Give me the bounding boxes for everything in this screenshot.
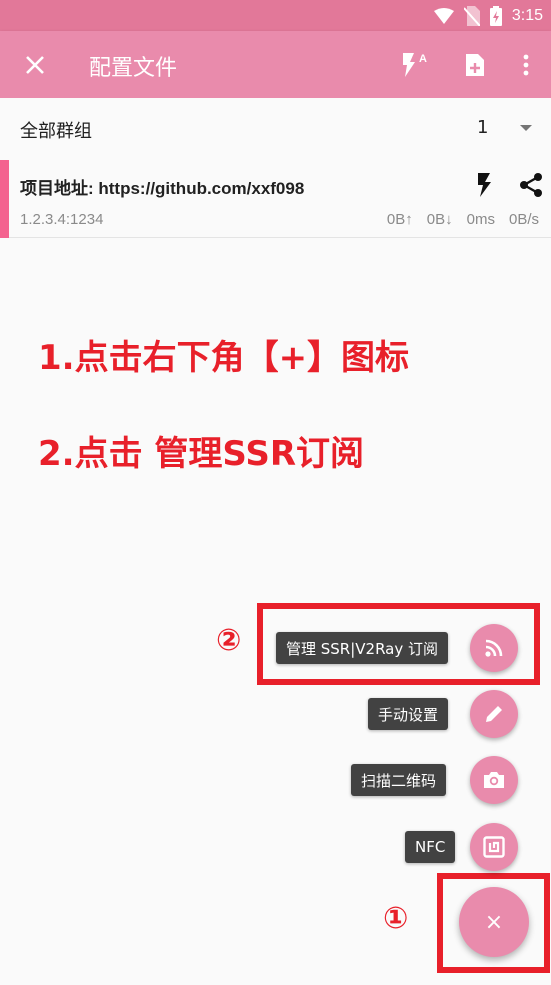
status-icons: 3:15 xyxy=(433,5,543,27)
close-button[interactable] xyxy=(17,47,53,83)
server-address: 1.2.3.4:1234 xyxy=(20,211,104,228)
speed: 0B/s xyxy=(508,211,539,228)
close-icon xyxy=(26,56,44,74)
wifi-icon xyxy=(433,8,454,24)
group-count: 1 xyxy=(477,117,489,138)
instruction-step-1: 1.点击右下角【+】图标 xyxy=(38,338,410,378)
nfc-button[interactable] xyxy=(470,823,518,871)
test-server-button[interactable] xyxy=(469,170,499,200)
status-bar: 3:15 xyxy=(0,0,551,31)
page-title: 配置文件 xyxy=(89,56,178,81)
flash-auto-icon: A xyxy=(403,53,427,77)
share-icon xyxy=(520,173,542,197)
status-time: 3:15 xyxy=(511,7,543,24)
add-profile-button[interactable] xyxy=(456,46,494,84)
nfc-label[interactable]: NFC xyxy=(405,831,456,863)
download-traffic: 0B↓ xyxy=(426,211,453,228)
server-stats: 0B↑ 0B↓ 0ms 0B/s xyxy=(387,211,539,228)
nfc-icon xyxy=(483,836,505,858)
group-selector[interactable]: 全部群组 1 xyxy=(0,98,551,160)
latency: 0ms xyxy=(466,211,495,228)
manage-subscription-button[interactable] xyxy=(470,624,518,672)
scan-qr-label[interactable]: 扫描二维码 xyxy=(351,764,447,796)
new-file-icon xyxy=(466,54,484,76)
more-vert-icon xyxy=(523,54,529,76)
upload-traffic: 0B↑ xyxy=(386,211,413,228)
server-name: 项目地址: https://github.com/xxf098 xyxy=(20,179,305,198)
close-icon: × xyxy=(484,909,504,935)
more-options-button[interactable] xyxy=(507,46,545,84)
marker-1: ① xyxy=(383,901,409,936)
pencil-icon xyxy=(486,706,502,722)
camera-icon xyxy=(484,772,504,788)
svg-text:A: A xyxy=(419,53,427,65)
test-latency-button[interactable]: A xyxy=(396,46,434,84)
manual-setup-label[interactable]: 手动设置 xyxy=(368,698,449,730)
share-server-button[interactable] xyxy=(516,170,546,200)
battery-charging-icon xyxy=(489,6,502,26)
marker-2: ② xyxy=(216,623,242,658)
toolbar: 配置文件 A xyxy=(0,31,551,98)
selected-indicator xyxy=(0,160,9,238)
flash-icon xyxy=(478,173,491,197)
manage-subscription-label[interactable]: 管理 SSR|V2Ray 订阅 xyxy=(276,632,449,664)
manual-setup-button[interactable] xyxy=(470,690,518,738)
chevron-down-icon xyxy=(520,125,532,131)
rss-icon xyxy=(485,639,503,657)
main-fab[interactable]: × xyxy=(459,887,529,957)
scan-qr-button[interactable] xyxy=(470,756,518,804)
no-sim-icon xyxy=(463,6,480,26)
group-label: 全部群组 xyxy=(20,121,92,142)
instruction-step-2: 2.点击 管理SSR订阅 xyxy=(38,434,365,474)
